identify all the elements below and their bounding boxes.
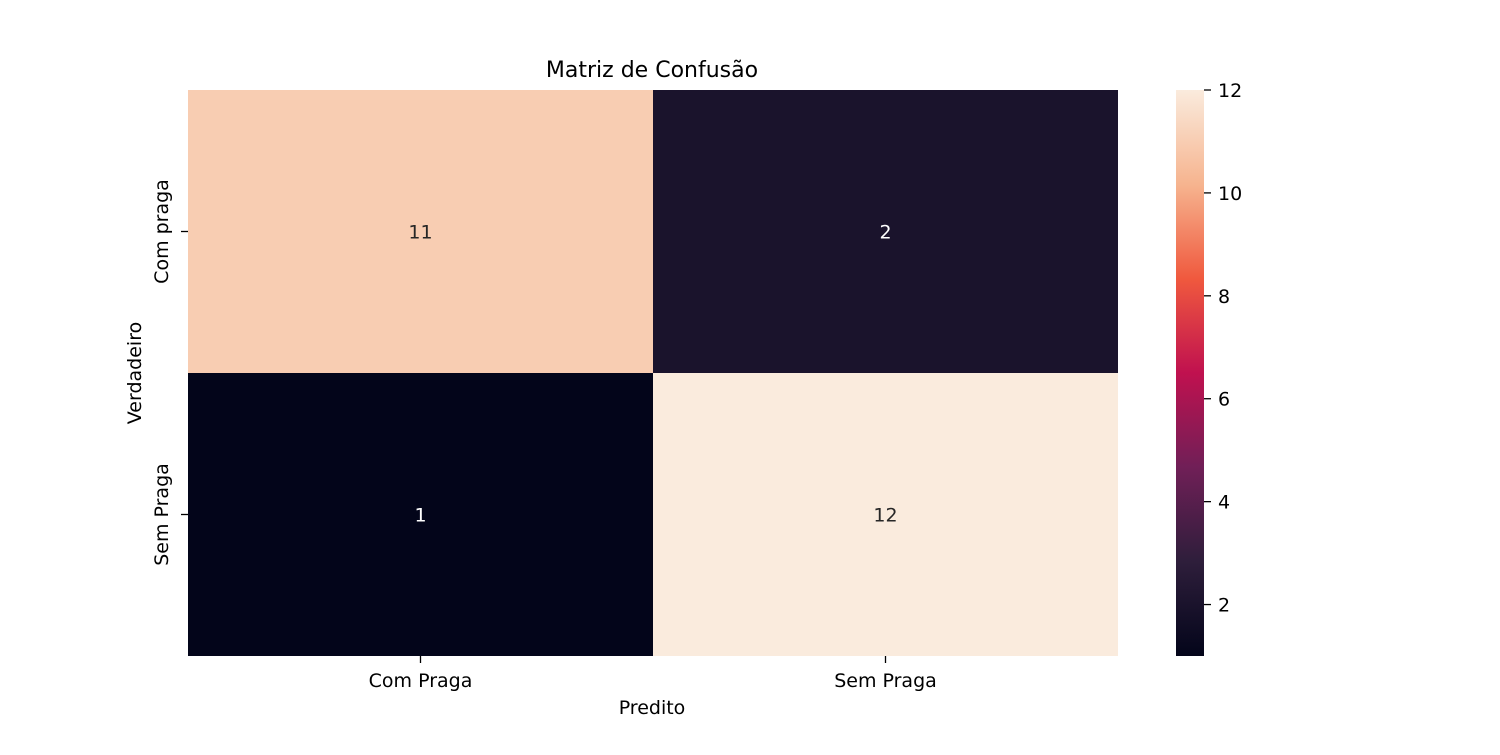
colorbar-gradient [1176, 90, 1204, 656]
x-axis-label: Predito [619, 697, 686, 719]
y-tick-label: Sem Praga [151, 463, 173, 566]
y-tick-label: Com praga [151, 179, 173, 284]
y-axis: Com praga Sem Praga [151, 179, 188, 566]
colorbar-tick-label: 6 [1218, 389, 1230, 411]
confusion-matrix-chart: Matriz de Confusão 11 2 1 12 Com Praga Sem P… [0, 0, 1500, 750]
cell-value-label: 1 [414, 505, 426, 527]
colorbar-tick-label: 4 [1218, 492, 1230, 514]
x-tick-label: Sem Praga [834, 670, 937, 692]
x-axis: Com Praga Sem Praga [369, 656, 937, 692]
chart-svg: Matriz de Confusão 11 21 12 Com Praga Sem P… [124, 58, 1242, 719]
cell-value-label: 11 [408, 222, 432, 244]
colorbar: 2 4 6 8 10 12 [1176, 80, 1242, 656]
x-tick-label: Com Praga [369, 670, 473, 692]
colorbar-tick-label: 8 [1218, 286, 1230, 308]
colorbar-tick-label: 2 [1218, 595, 1230, 617]
colorbar-tick-label: 12 [1218, 80, 1242, 102]
chart-title: Matriz de Confusão [546, 58, 758, 83]
cell-value-label: 2 [879, 222, 891, 244]
y-axis-label: Verdadeiro [124, 322, 146, 424]
cell-value-label: 12 [873, 505, 897, 527]
heatmap-cells [188, 90, 1118, 656]
colorbar-tick-label: 10 [1218, 183, 1242, 205]
